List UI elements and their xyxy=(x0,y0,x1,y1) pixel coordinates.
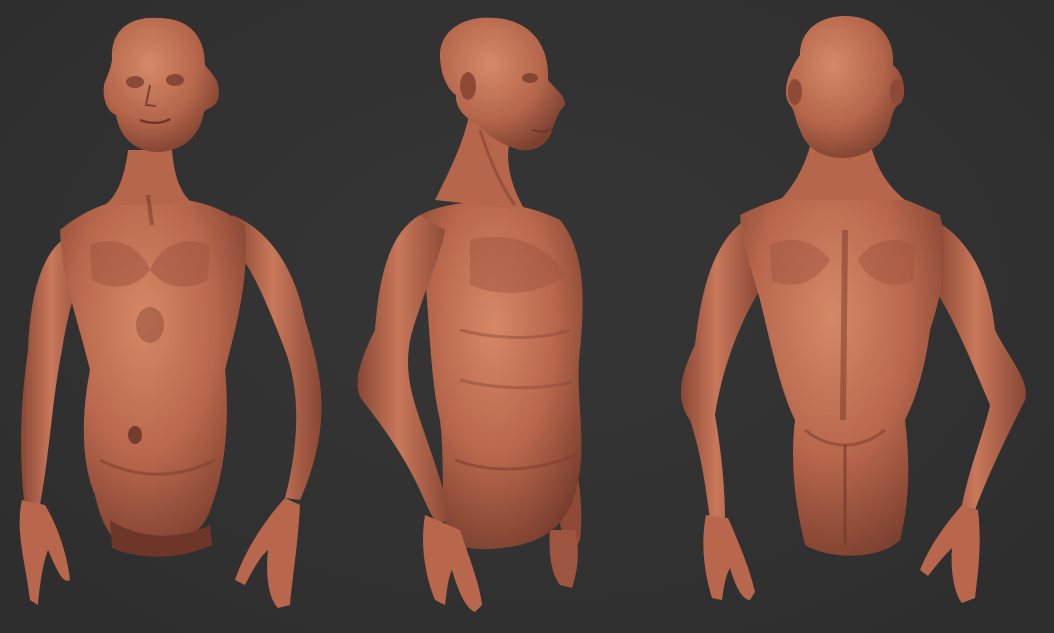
back-right-hand xyxy=(920,505,980,603)
back-right-arm xyxy=(935,220,1026,510)
shading-detail xyxy=(126,76,144,88)
shading-detail xyxy=(890,79,904,105)
back-view xyxy=(680,16,1026,603)
front-torso xyxy=(60,198,246,552)
shading-detail xyxy=(549,530,578,588)
shading-detail xyxy=(840,229,848,421)
front-view xyxy=(19,17,322,608)
shading-detail xyxy=(136,307,164,343)
shading-detail xyxy=(128,426,142,444)
front-left-hand xyxy=(19,500,70,605)
sculpt-render xyxy=(19,16,1026,612)
front-head xyxy=(103,17,219,152)
back-left-arm xyxy=(680,220,760,520)
three-quarter-view xyxy=(357,17,583,612)
back-left-hand xyxy=(703,515,755,600)
back-head xyxy=(785,16,905,158)
shading-detail xyxy=(522,73,538,83)
shading-detail xyxy=(460,72,476,100)
shading-detail xyxy=(788,79,802,105)
sculpt-viewport xyxy=(0,0,1054,633)
shading-detail xyxy=(166,74,184,86)
front-right-hand xyxy=(235,498,300,608)
